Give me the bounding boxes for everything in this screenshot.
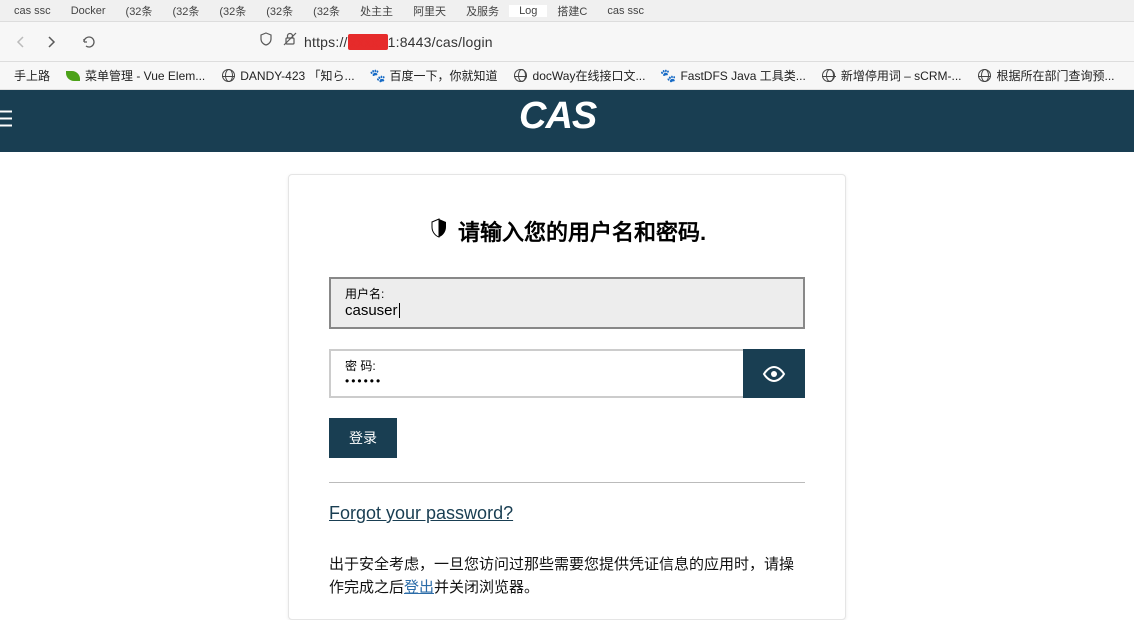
forward-button[interactable]: [42, 33, 60, 51]
svg-text:CAS: CAS: [519, 95, 597, 137]
globe-icon: [822, 69, 836, 83]
globe-icon: [977, 69, 991, 83]
bookmark-item[interactable]: 🐾 百度一下，你就知道: [365, 64, 504, 87]
browser-tab[interactable]: (32条: [256, 3, 303, 19]
login-card: 请输入您的用户名和密码. 用户名: casuser 密 码: •••••• 登录…: [288, 174, 846, 620]
paw-icon: 🐾: [371, 69, 385, 83]
bookmark-item[interactable]: 新增停用词 – sCRM-...: [816, 64, 968, 87]
paw-icon: 🐾: [661, 69, 675, 83]
forgot-password-link[interactable]: Forgot your password?: [329, 503, 513, 524]
logout-link[interactable]: 登出: [404, 579, 434, 596]
shield-icon: [428, 217, 450, 245]
cas-header: CAS: [0, 90, 1134, 152]
username-input[interactable]: casuser: [345, 302, 398, 319]
browser-tabs-strip: cas ssc Docker (32条 (32条 (32条 (32条 (32条 …: [0, 0, 1134, 22]
browser-tab[interactable]: 阿里天: [403, 3, 456, 19]
username-field[interactable]: 用户名: casuser: [329, 277, 805, 329]
text-cursor: [399, 303, 400, 318]
browser-tab[interactable]: (32条: [303, 3, 350, 19]
browser-tab[interactable]: (32条: [162, 3, 209, 19]
login-button[interactable]: 登录: [329, 418, 397, 458]
back-button[interactable]: [12, 33, 30, 51]
url-text: https://xxxxx1:8443/cas/login: [304, 34, 493, 50]
browser-tab[interactable]: 处主主: [350, 3, 403, 19]
bookmarks-bar: 手上路 菜单管理 - Vue Elem... DANDY-423 「知ら... …: [0, 62, 1134, 90]
security-notice: 出于安全考虑，一旦您访问过那些需要您提供凭证信息的应用时，请操作完成之后登出并关…: [329, 554, 805, 599]
show-password-button[interactable]: [743, 349, 805, 398]
lock-icon: [282, 31, 298, 52]
password-field[interactable]: 密 码: ••••••: [329, 349, 743, 398]
bookmark-item[interactable]: 🐾 FastDFS Java 工具类...: [655, 64, 811, 87]
globe-icon: [221, 69, 235, 83]
login-heading: 请输入您的用户名和密码.: [329, 215, 805, 247]
browser-tab[interactable]: cas ssc: [4, 5, 61, 17]
globe-icon: [514, 69, 528, 83]
reload-button[interactable]: [80, 33, 98, 51]
bookmark-item[interactable]: 手上路: [8, 64, 56, 87]
url-bar[interactable]: https://xxxxx1:8443/cas/login: [250, 27, 1122, 57]
browser-tab[interactable]: Docker: [61, 5, 116, 17]
username-label: 用户名:: [345, 285, 789, 302]
browser-tab[interactable]: (32条: [209, 3, 256, 19]
bookmark-item[interactable]: DANDY-423 「知ら...: [215, 64, 360, 87]
shield-icon: [258, 31, 274, 52]
password-input[interactable]: ••••••: [345, 374, 729, 388]
bookmark-item[interactable]: docWay在线接口文...: [508, 64, 652, 87]
leaf-icon: [66, 69, 80, 83]
browser-toolbar: https://xxxxx1:8443/cas/login: [0, 22, 1134, 62]
bookmark-item[interactable]: 菜单管理 - Vue Elem...: [60, 64, 211, 87]
bookmark-item[interactable]: 根据所在部门查询预...: [971, 64, 1120, 87]
browser-tab[interactable]: 及服务: [456, 3, 509, 19]
browser-tab[interactable]: 搭建C: [547, 3, 597, 19]
url-redacted: xxxxx: [348, 34, 388, 50]
browser-tab-active[interactable]: Log: [509, 5, 547, 17]
cas-logo: CAS: [519, 92, 615, 150]
browser-tab[interactable]: cas ssc: [597, 5, 654, 17]
password-label: 密 码:: [345, 357, 729, 374]
browser-tab[interactable]: (32条: [116, 3, 163, 19]
menu-icon[interactable]: [0, 109, 24, 134]
divider: [329, 482, 805, 483]
